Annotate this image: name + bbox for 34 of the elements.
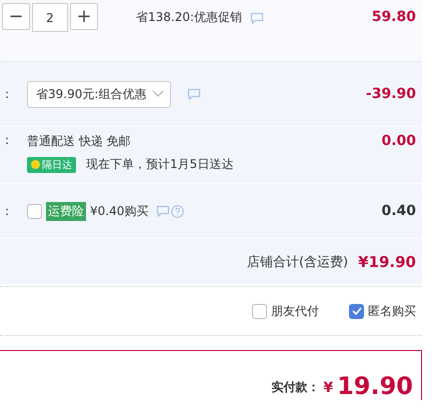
quantity-field[interactable]: 2 bbox=[32, 3, 68, 32]
row-label: : bbox=[5, 204, 10, 218]
shop-total-amount: ¥19.90 bbox=[358, 252, 416, 270]
promotion-text: 省138.20:优惠促销 bbox=[136, 9, 242, 26]
checkmark-icon bbox=[352, 307, 362, 315]
help-icon[interactable] bbox=[171, 204, 184, 218]
delivery-amount: 0.00 bbox=[381, 133, 416, 149]
currency-sign: ¥ bbox=[323, 380, 334, 396]
checkbox[interactable] bbox=[252, 304, 267, 318]
chevron-icon bbox=[152, 90, 164, 98]
comment-icon[interactable] bbox=[156, 205, 170, 217]
comment-icon[interactable] bbox=[250, 12, 264, 24]
insurance-offer: ¥0.40购买 bbox=[90, 202, 148, 220]
discount-amount: -39.90 bbox=[366, 86, 416, 102]
delivery-badge: 隔日达 bbox=[27, 156, 76, 172]
insurance-amount: 0.40 bbox=[381, 203, 416, 219]
shop-total-label: 店铺合计(含运费) bbox=[246, 254, 348, 270]
decrease-button[interactable]: − bbox=[2, 3, 30, 30]
discount-select[interactable]: 省39.90元:组合优惠 bbox=[27, 80, 172, 108]
delivery-estimate: 现在下单，预计1月5日送达 bbox=[86, 156, 234, 173]
option-label: 匿名购买 bbox=[368, 302, 416, 320]
payment-label: 实付款： bbox=[271, 379, 320, 396]
delivery-method: 普通配送 快递 免邮 bbox=[27, 133, 132, 150]
row-label: : bbox=[5, 133, 10, 147]
increase-button[interactable]: + bbox=[70, 3, 98, 30]
option-label: 朋友代付 bbox=[271, 302, 319, 320]
item-price: 59.80 bbox=[372, 9, 416, 25]
row-label: : bbox=[5, 87, 10, 101]
checkbox[interactable] bbox=[349, 304, 364, 318]
comment-icon[interactable] bbox=[187, 88, 202, 100]
insurance-tag: 运费险 bbox=[46, 202, 86, 220]
checkbox[interactable] bbox=[27, 204, 42, 218]
payment-amount: 19.90 bbox=[337, 374, 413, 398]
dot-icon bbox=[31, 160, 40, 169]
